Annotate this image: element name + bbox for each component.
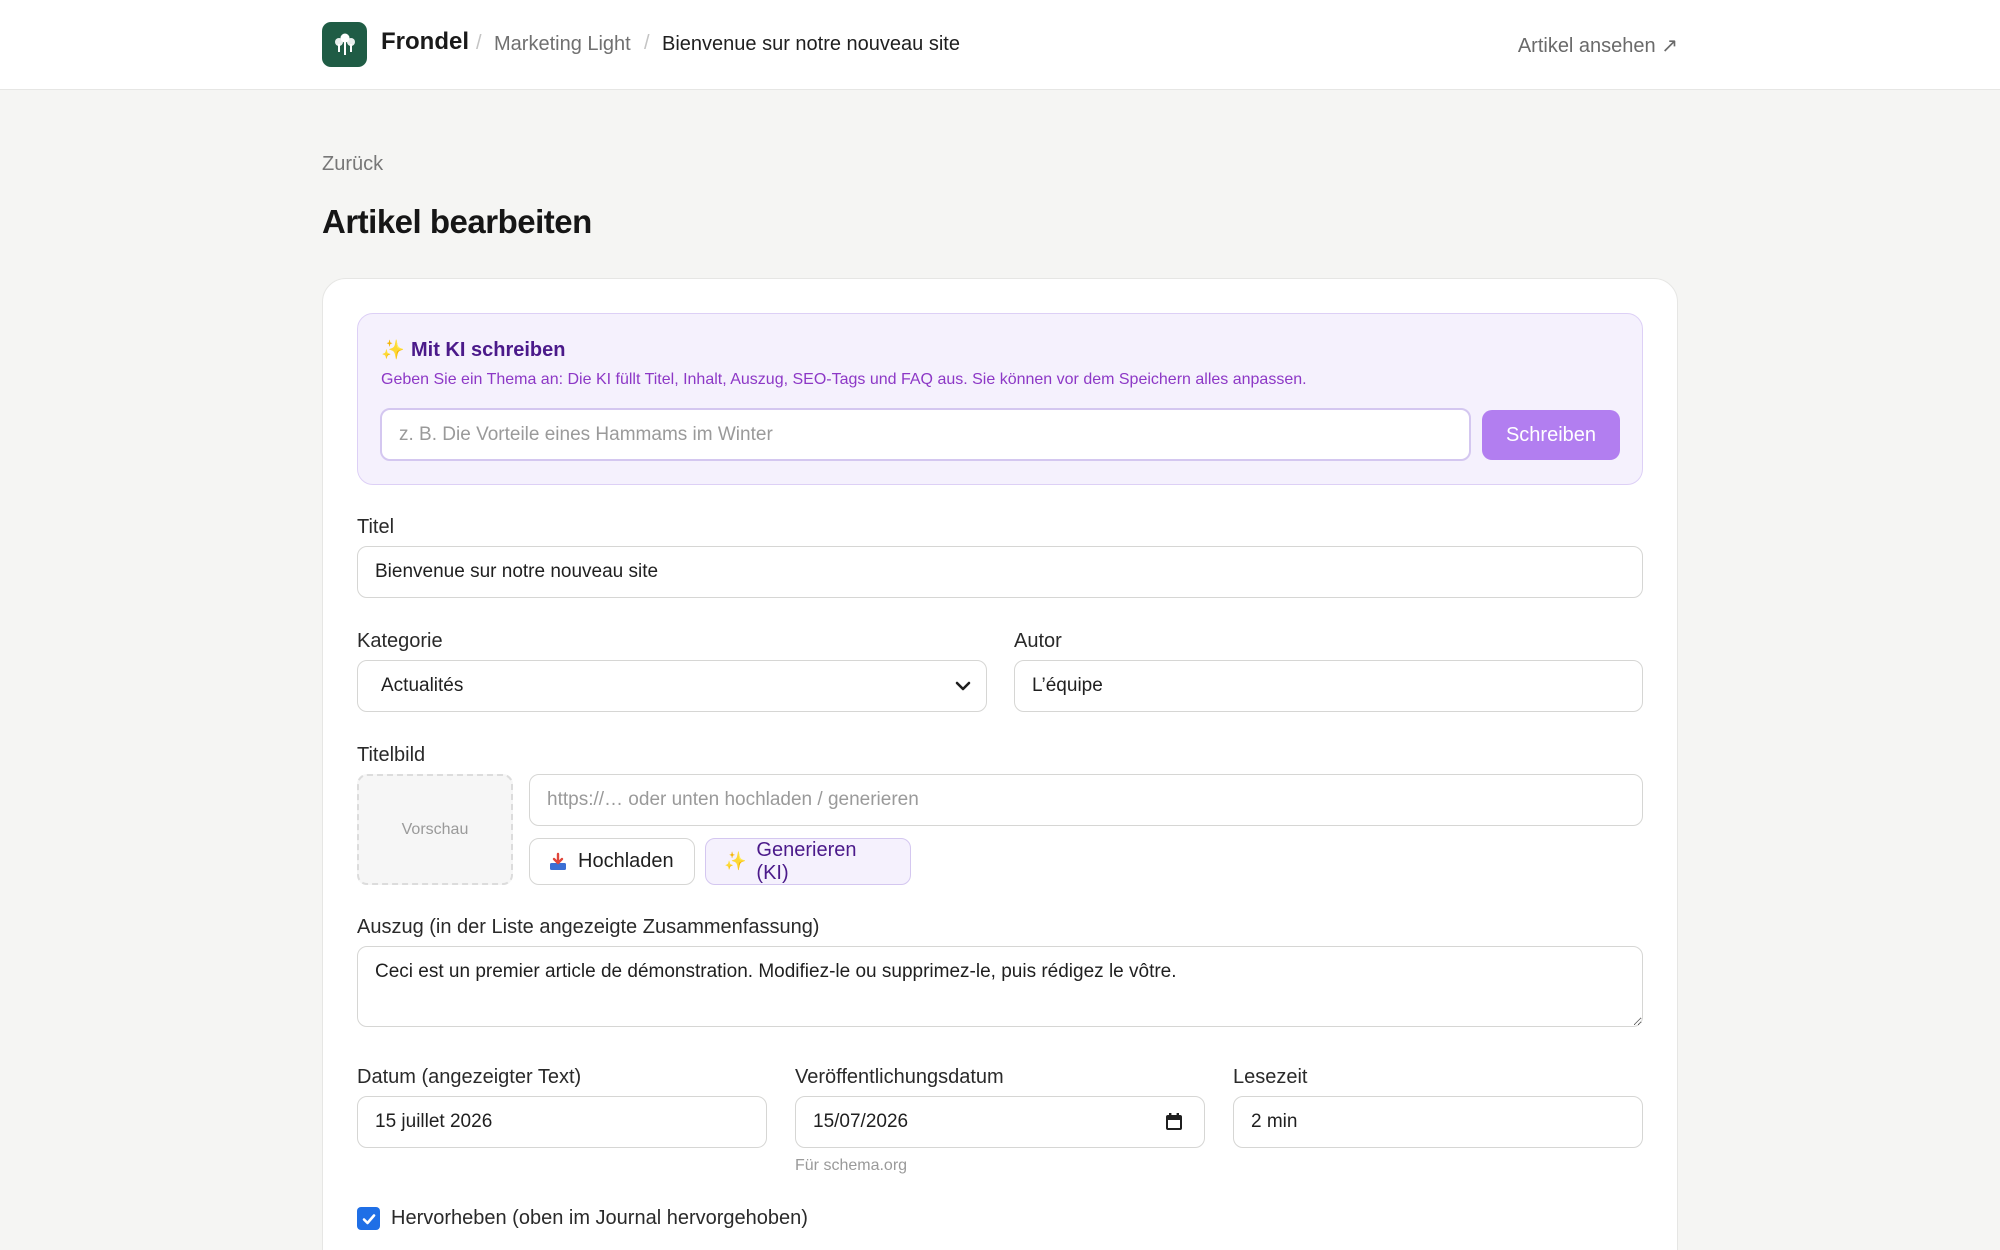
brand-name[interactable]: Frondel (381, 28, 469, 56)
reading-time-input[interactable] (1233, 1096, 1643, 1148)
author-label: Autor (1014, 630, 1062, 652)
category-select[interactable]: Actualités (357, 660, 987, 712)
category-selected-value: Actualités (381, 675, 464, 696)
title-input[interactable] (357, 546, 1643, 598)
back-link[interactable]: Zurück (322, 153, 383, 176)
publish-date-hint: Für schema.org (795, 1157, 908, 1174)
breadcrumb-separator: / (476, 32, 482, 54)
tree-logo-icon (334, 33, 355, 55)
featured-checkbox[interactable] (357, 1207, 380, 1230)
featured-checkbox-label[interactable]: Hervorheben (oben im Journal hervorgehob… (391, 1207, 808, 1230)
category-label: Kategorie (357, 630, 443, 652)
view-article-link[interactable]: Artikel ansehen ↗ (1518, 33, 1678, 58)
sparkles-icon: ✨ (381, 340, 405, 361)
breadcrumb-current: Bienvenue sur notre nouveau site (662, 33, 960, 55)
publish-date-value: 15/07/2026 (813, 1111, 909, 1132)
app-logo[interactable] (322, 22, 367, 67)
page-title: Artikel bearbeiten (322, 203, 592, 240)
title-label: Titel (357, 516, 395, 538)
ai-panel-description: Geben Sie ein Thema an: Die KI füllt Tit… (381, 371, 1307, 388)
upload-button[interactable]: Hochladen (529, 838, 695, 885)
calendar-icon[interactable] (1164, 1112, 1184, 1132)
publish-date-input[interactable]: 15/07/2026 (795, 1096, 1205, 1148)
generate-ai-button[interactable]: ✨ Generieren (KI) (705, 838, 911, 885)
ai-topic-input[interactable] (380, 408, 1471, 461)
reading-time-label: Lesezeit (1233, 1066, 1308, 1088)
upload-button-label: Hochladen (578, 850, 674, 872)
excerpt-textarea[interactable]: Ceci est un premier article de démonstra… (357, 946, 1643, 1027)
date-text-input[interactable] (357, 1096, 767, 1148)
cover-image-preview: Vorschau (357, 774, 513, 885)
checkmark-icon (362, 1213, 375, 1224)
breadcrumb-separator: / (644, 32, 650, 54)
cover-image-url-input[interactable] (529, 774, 1643, 826)
ai-write-button[interactable]: Schreiben (1482, 410, 1620, 460)
breadcrumb-site[interactable]: Marketing Light (494, 33, 631, 56)
date-text-label: Datum (angezeigter Text) (357, 1066, 582, 1088)
excerpt-label: Auszug (in der Liste angezeigte Zusammen… (357, 916, 820, 938)
publish-date-label: Veröffentlichungsdatum (795, 1066, 1004, 1088)
generate-button-label: Generieren (KI) (756, 838, 857, 884)
cover-image-label: Titelbild (357, 744, 426, 766)
sparkles-icon: ✨ (724, 851, 747, 871)
author-input[interactable] (1014, 660, 1643, 712)
upload-tray-icon (550, 852, 566, 870)
chevron-down-icon (955, 681, 971, 691)
ai-panel-title: Mit KI schreiben (411, 339, 566, 361)
top-bar: Frondel / Marketing Light / Bienvenue su… (0, 0, 2000, 90)
